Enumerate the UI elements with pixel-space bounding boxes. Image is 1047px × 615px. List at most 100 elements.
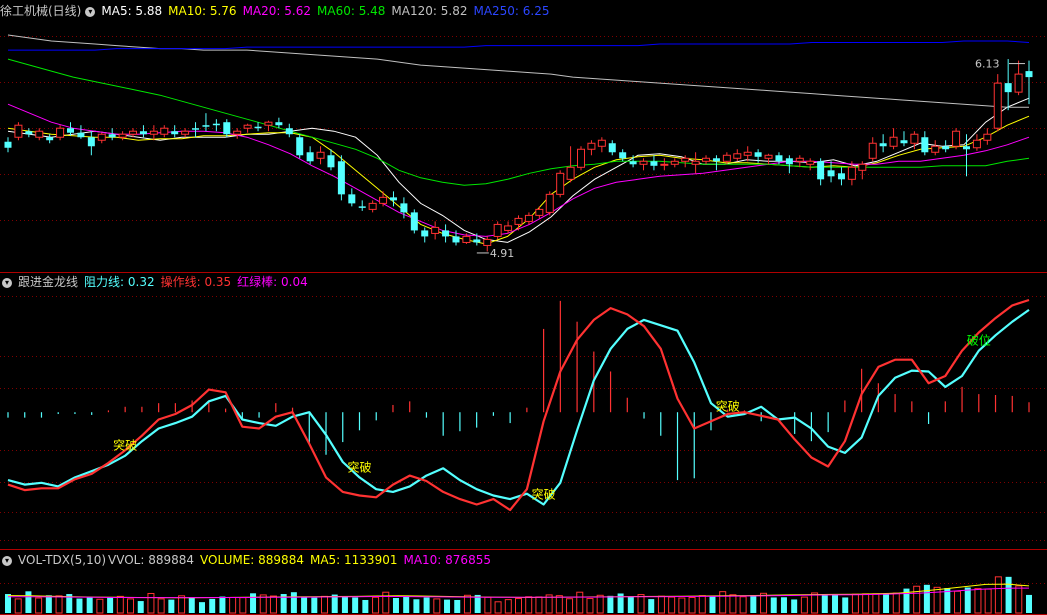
- volume-bar: [209, 598, 216, 613]
- candle-body: [160, 127, 169, 135]
- chart-canvas: 6.134.91 突破突破突破突破破位突破: [0, 0, 1047, 615]
- candle: [535, 206, 544, 219]
- volume-bar: [352, 597, 359, 613]
- volume-bar: [739, 596, 747, 614]
- volume-bar: [851, 593, 859, 614]
- candle: [837, 167, 845, 186]
- candle-body: [149, 130, 158, 135]
- candle-body: [743, 151, 752, 156]
- candle: [254, 122, 262, 132]
- volume-bar: [698, 595, 706, 614]
- candle-body: [993, 82, 1002, 129]
- candle-body: [46, 137, 54, 141]
- volume-bar: [657, 595, 665, 614]
- volume-header: ▾ VOL-TDX(5,10) VVOL: 889884 VOLUME: 889884…: [0, 551, 497, 569]
- volume-bar: [14, 598, 22, 614]
- candle: [442, 224, 450, 243]
- candle: [306, 146, 314, 165]
- candle-body: [97, 133, 106, 141]
- candle: [743, 146, 752, 162]
- volume-bar: [709, 595, 716, 613]
- candle: [67, 122, 75, 136]
- candle-body: [243, 124, 252, 129]
- candle: [379, 191, 388, 207]
- volume-bar: [147, 592, 155, 614]
- indicator-name: 跟进金龙线: [18, 275, 79, 289]
- candle: [806, 158, 815, 171]
- ma20-value: MA20: 5.62: [242, 4, 311, 18]
- candle: [577, 146, 586, 171]
- volume-bar: [116, 595, 124, 614]
- settings-dot-icon[interactable]: ▾: [2, 277, 12, 288]
- candle-body: [337, 161, 345, 195]
- volume-bar: [301, 597, 308, 613]
- candle-body: [650, 161, 658, 166]
- stock-title: 徐工机械(日线): [0, 4, 82, 18]
- volume-bar: [229, 596, 237, 614]
- candle-body: [921, 137, 929, 153]
- candle: [171, 125, 179, 138]
- candle-body: [296, 137, 304, 156]
- candle-body: [4, 141, 12, 148]
- volume-bar: [107, 597, 114, 613]
- volume-bar: [454, 599, 461, 613]
- candle-body: [545, 193, 554, 213]
- volume-bar: [198, 602, 205, 613]
- volume-bar: [25, 591, 32, 613]
- candle: [972, 134, 981, 151]
- candle-body: [462, 235, 471, 243]
- volume-bar: [994, 576, 1002, 614]
- candle: [504, 221, 513, 234]
- candle: [983, 128, 992, 145]
- signal-label: 突破: [716, 399, 740, 414]
- volume-bar: [648, 599, 655, 613]
- volume-bar: [45, 595, 52, 613]
- candle: [410, 209, 418, 234]
- settings-dot-icon[interactable]: ▾: [2, 555, 12, 566]
- ma120-value: MA120: 5.82: [391, 4, 468, 18]
- volume-bar: [127, 598, 135, 614]
- candle-body: [827, 170, 835, 177]
- volume-bar: [413, 599, 420, 613]
- candle-body: [389, 197, 397, 201]
- candle-body: [847, 166, 856, 180]
- volume-bar: [607, 595, 614, 613]
- candle: [1004, 59, 1012, 111]
- candle: [223, 119, 231, 138]
- candle-body: [452, 236, 460, 243]
- candle-body: [483, 238, 492, 246]
- volume-bar: [157, 598, 165, 614]
- volume-bar: [372, 596, 380, 614]
- ma10-value: MA10: 5.76: [168, 4, 237, 18]
- volume-value: VOLUME: 889884: [200, 553, 304, 567]
- candle: [691, 152, 700, 174]
- candle-body: [410, 212, 418, 231]
- volume-bar: [504, 599, 512, 614]
- candle-body: [722, 154, 731, 162]
- candle-body: [597, 139, 606, 147]
- candle-body: [942, 146, 950, 150]
- volume-bar: [566, 598, 574, 614]
- candle: [702, 155, 711, 165]
- candle-body: [639, 160, 648, 165]
- grid-lines: [0, 36, 1047, 615]
- candle-body: [56, 127, 65, 138]
- candle-body: [348, 194, 356, 204]
- candle-body: [358, 206, 366, 208]
- volume-bar: [637, 594, 645, 614]
- volume-bar: [168, 599, 175, 613]
- main-price-panel[interactable]: 6.13 4.91: [4, 34, 1033, 260]
- candle-body: [108, 134, 116, 138]
- candle-body: [785, 158, 793, 165]
- candle-body: [129, 130, 138, 135]
- candle: [337, 155, 345, 201]
- volume-bar: [250, 593, 257, 613]
- candle: [296, 134, 304, 159]
- signal-label: 突破: [347, 459, 371, 474]
- candle-body: [327, 155, 335, 168]
- volume-panel[interactable]: [5, 576, 1032, 614]
- settings-dot-icon[interactable]: ▾: [85, 6, 96, 17]
- candle: [785, 155, 793, 174]
- volume-bar: [290, 592, 297, 613]
- indicator-panel[interactable]: 突破突破突破突破破位突破: [7, 0, 1047, 512]
